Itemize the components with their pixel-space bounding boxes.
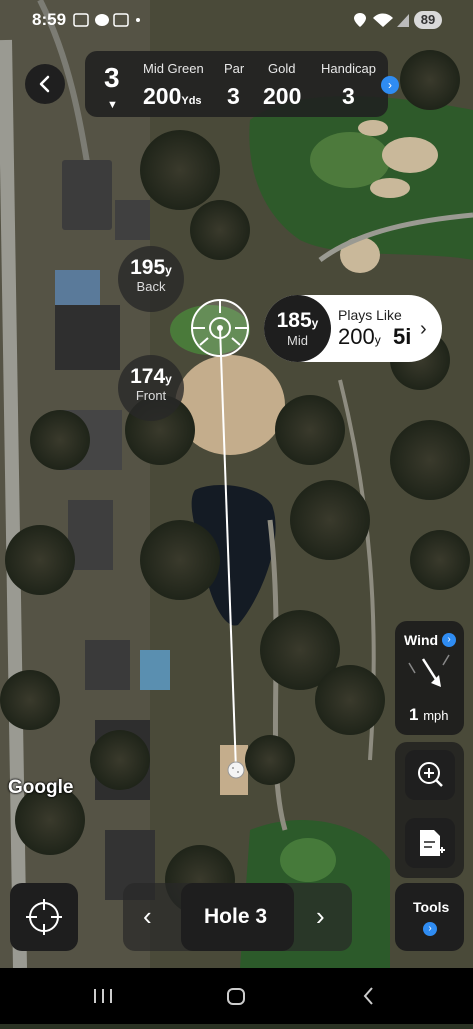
wind-info-chevron-icon[interactable]: › — [442, 633, 456, 647]
front-label: Front — [135, 388, 167, 403]
map-attribution: Google — [8, 777, 74, 798]
target-reticle-icon — [191, 299, 249, 357]
plays-like-label: Plays Like — [338, 307, 402, 323]
chevron-right-icon[interactable]: › — [420, 318, 427, 341]
calendar-icon — [113, 13, 129, 27]
wifi-icon — [373, 13, 393, 27]
golf-ball-icon — [227, 761, 245, 779]
par-value: 3 — [227, 83, 240, 109]
add-note-button[interactable] — [405, 818, 455, 868]
notification-icons — [73, 13, 140, 27]
tee-yardage: 200 — [263, 83, 302, 109]
tools-expand-icon: › — [423, 922, 437, 936]
crosshair-icon — [26, 899, 62, 935]
hole-number[interactable]: 3 — [104, 62, 120, 94]
battery-indicator: 89 — [414, 11, 442, 29]
dot-icon — [136, 18, 140, 22]
par-label: Par — [224, 61, 245, 76]
back-label: Back — [136, 279, 166, 294]
note-add-icon — [420, 830, 445, 856]
mid-distance-marker[interactable]: 185y Mid — [264, 295, 331, 362]
handicap-label: Handicap — [321, 61, 376, 76]
hole-label: Hole 3 — [204, 905, 268, 928]
mid-label: Mid — [287, 333, 308, 348]
system-icons — [354, 13, 409, 27]
zoom-in-button[interactable] — [405, 750, 455, 800]
locate-button[interactable] — [10, 883, 78, 951]
front-distance-marker[interactable]: 174y Front — [118, 355, 184, 421]
zoom-in-icon — [418, 762, 443, 787]
wind-speed: 1 mph — [409, 705, 449, 724]
club-recommendation: 5i — [392, 324, 412, 349]
wind-direction-arrow-icon — [408, 654, 450, 687]
chat-bubble-icon — [95, 14, 109, 26]
handicap-value: 3 — [342, 83, 355, 109]
front-distance: 174 — [130, 365, 166, 388]
target-distance: 200Yds — [143, 83, 202, 109]
system-back-icon — [363, 987, 373, 1005]
mid-distance: 185 — [276, 309, 312, 332]
status-bar: 8:59 89 — [0, 0, 473, 40]
screenshot-icon — [73, 13, 89, 27]
tools-label: Tools — [413, 899, 450, 915]
tools-button[interactable]: Tools › — [395, 883, 464, 951]
back-distance: 195 — [130, 256, 166, 279]
header-info-chevron-icon[interactable]: › — [381, 76, 399, 94]
tee-label: Gold — [268, 61, 296, 76]
back-button[interactable] — [25, 64, 65, 104]
plays-like-value: 200y 5i — [338, 324, 412, 349]
target-unit: Yds — [181, 95, 202, 107]
back-distance-marker[interactable]: 195y Back — [118, 246, 184, 312]
previous-hole-button[interactable]: ‹ — [143, 901, 152, 932]
chevron-left-icon — [39, 75, 50, 93]
signal-icon — [397, 14, 409, 27]
hole-selector-button[interactable]: Hole 3 — [181, 883, 294, 951]
system-navigation-bar — [0, 968, 473, 1024]
home-icon — [227, 988, 245, 1005]
location-icon — [354, 13, 366, 27]
next-hole-button[interactable]: › — [316, 901, 325, 932]
target-label: Mid Green — [143, 61, 204, 76]
clock: 8:59 — [32, 10, 67, 29]
map-tools-column — [395, 742, 464, 878]
caret-down-icon[interactable]: ▼ — [107, 99, 118, 111]
wind-panel[interactable]: Wind › 1 mph — [395, 621, 464, 735]
wind-title: Wind — [404, 632, 439, 648]
recent-apps-icon — [94, 989, 112, 1003]
